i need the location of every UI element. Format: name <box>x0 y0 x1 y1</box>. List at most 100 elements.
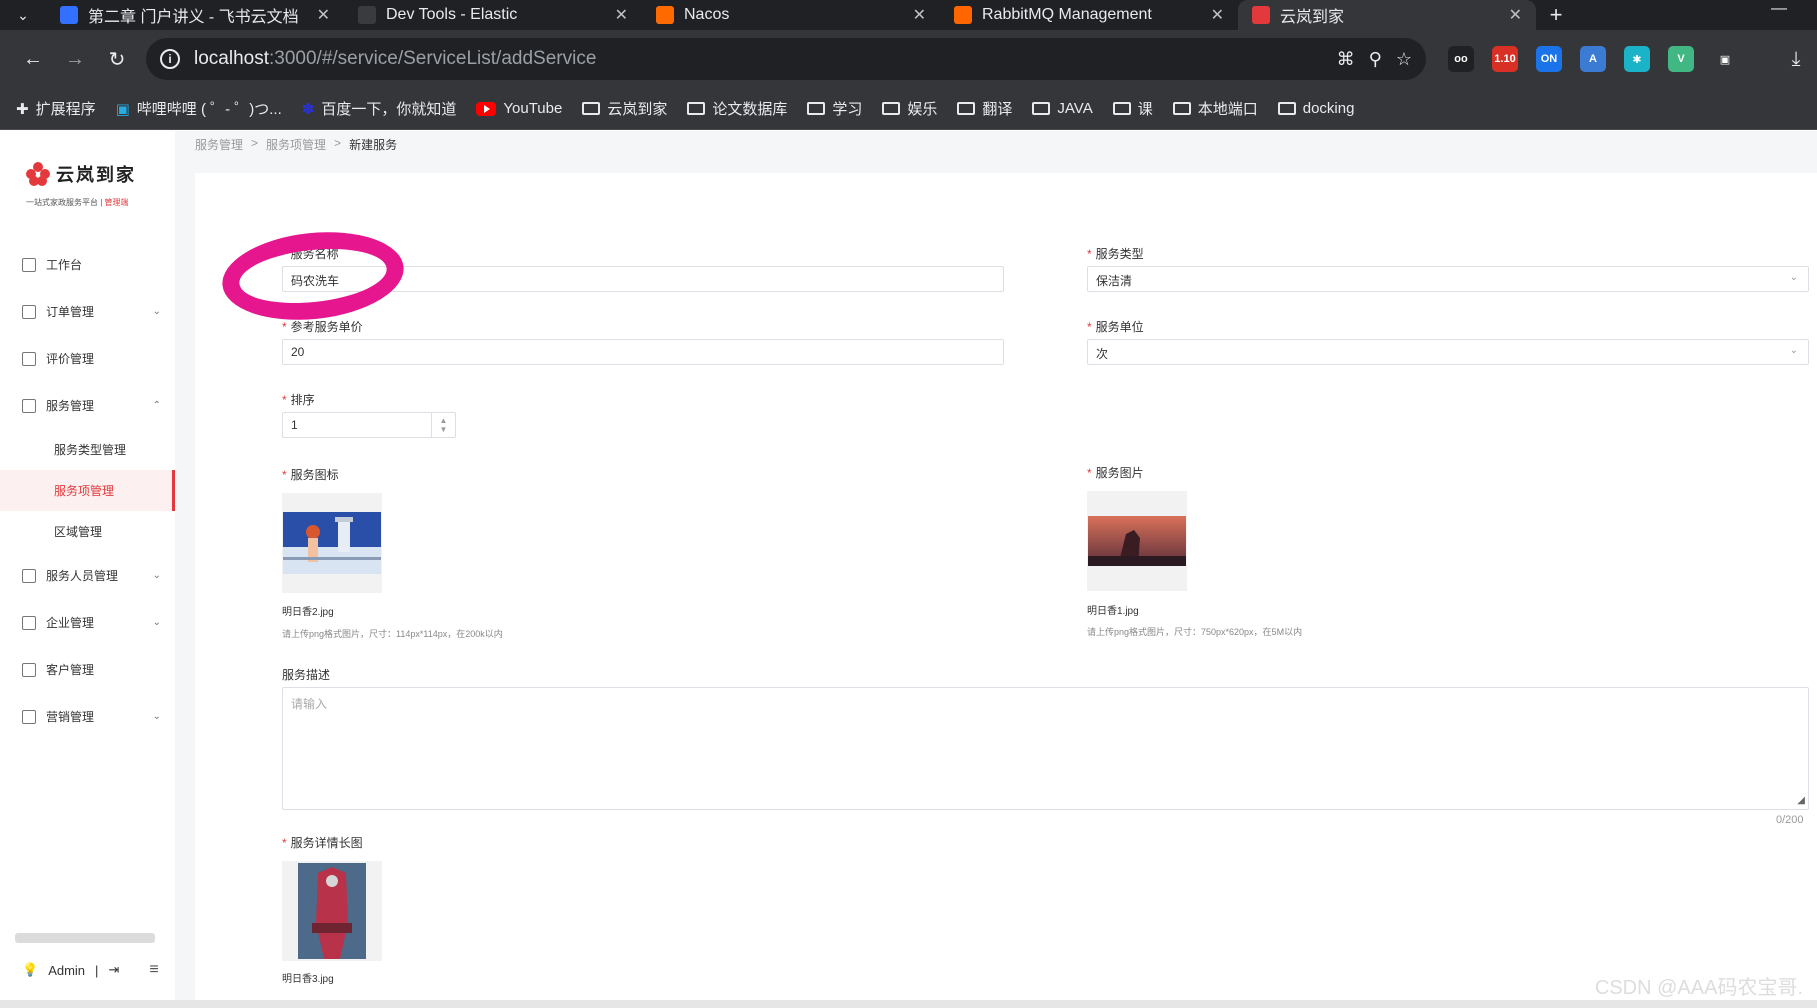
sidebar-item[interactable]: 评价管理 <box>0 335 175 382</box>
tab-title: Dev Tools - Elastic <box>386 6 518 23</box>
sidebar-item[interactable]: 服务项管理 <box>0 470 175 511</box>
forward-arrow-icon[interactable]: → <box>54 39 96 79</box>
detail-image-filename[interactable]: 明日香3.jpg <box>282 970 334 985</box>
folder-icon <box>687 102 706 115</box>
bookmark-label: 本地端口 <box>1197 101 1258 118</box>
sidebar-item-label: 服务项管理 <box>54 484 115 498</box>
bookmark-item[interactable]: 本地端口 <box>1172 98 1258 119</box>
bookmark-item[interactable]: 学习 <box>807 98 862 119</box>
sidebar-footer: 💡 Admin | ⇥ ≡ <box>22 961 159 979</box>
resize-handle-icon[interactable]: ◢ <box>1797 795 1805 806</box>
bookmark-item[interactable]: 课 <box>1112 98 1153 119</box>
sidebar-item[interactable]: 区域管理 <box>0 511 175 552</box>
badge-ext-icon[interactable]: 1.10 <box>1492 46 1518 72</box>
sidebar-item[interactable]: 订单管理 ⌄ <box>0 288 175 335</box>
browser-tab[interactable]: Dev Tools - Elastic ✕ <box>344 0 642 30</box>
vue-ext-icon[interactable]: V <box>1668 46 1694 72</box>
glasses-ext-icon[interactable]: oo <box>1448 46 1474 72</box>
description-textarea[interactable]: 请输入 ◢ <box>282 687 1809 810</box>
image-upload-thumbnail[interactable] <box>1087 491 1187 591</box>
sidebar-item-label: 工作台 <box>46 258 83 272</box>
site-info-icon[interactable]: i <box>160 49 180 69</box>
browser-tab[interactable]: 第二章 门户讲义 - 飞书云文档 ✕ <box>46 0 344 30</box>
bookmark-item[interactable]: JAVA <box>1032 100 1093 117</box>
sort-stepper[interactable]: 1 ▲ ▼ <box>282 412 456 438</box>
address-bar[interactable]: i localhost:3000/#/service/ServiceList/a… <box>146 38 1426 80</box>
sidebar-item-label: 服务类型管理 <box>54 443 127 457</box>
tab-close-icon[interactable]: ✕ <box>1211 5 1224 25</box>
translate-ext-icon[interactable]: A <box>1580 46 1606 72</box>
sidebar-menu: 工作台订单管理 ⌄ 评价管理 服务管理 ⌃ 服务类型管理 服务项管理区域管理 服务人员管理 ⌄ 企… <box>0 241 175 740</box>
stepper-down-icon[interactable]: ▼ <box>440 425 448 434</box>
back-arrow-icon[interactable]: ← <box>12 39 54 79</box>
bookmark-item[interactable]: ✚ 扩展程序 <box>16 98 96 119</box>
url-text[interactable]: localhost:3000/#/service/ServiceList/add… <box>194 48 596 70</box>
icon-label: * 服务图标 <box>282 468 339 482</box>
bookmark-label: 翻译 <box>982 101 1013 118</box>
image-filename[interactable]: 明日香1.jpg <box>1087 602 1139 617</box>
zoom-icon[interactable]: ⚲ <box>1369 49 1382 70</box>
bookmark-item[interactable]: 论文数据库 <box>687 98 787 119</box>
unit-select[interactable]: 次 ⌄ <box>1087 339 1809 365</box>
mecha-sunset-image <box>1088 516 1186 566</box>
description-counter: 0/200 <box>1776 814 1804 826</box>
bookmark-item[interactable]: ✽ 百度一下，你就知道 <box>302 98 457 119</box>
menu-item-icon <box>22 351 36 366</box>
bookmark-item[interactable]: 云岚到家 <box>582 98 667 119</box>
tab-close-icon[interactable]: ✕ <box>913 5 926 25</box>
detail-image-thumbnail[interactable] <box>282 861 382 961</box>
minimize-icon[interactable]: — <box>1771 0 1787 18</box>
breadcrumb-item[interactable]: 服务项管理 <box>266 136 326 153</box>
page-horizontal-scrollbar[interactable] <box>0 1000 1817 1008</box>
sidebar-item[interactable]: 营销管理 ⌄ <box>0 693 175 740</box>
sidebar-item[interactable]: 工作台 <box>0 241 175 288</box>
menu-item-icon <box>22 257 36 272</box>
browser-tab[interactable]: 云岚到家 ✕ <box>1238 0 1536 30</box>
tab-search-icon[interactable]: ⌄ <box>0 0 46 30</box>
browser-tab[interactable]: RabbitMQ Management ✕ <box>940 0 1238 30</box>
stepper-arrows[interactable]: ▲ ▼ <box>431 413 455 437</box>
price-input[interactable]: 20 <box>282 339 1004 365</box>
chevron-icon: ⌃ <box>152 400 161 411</box>
sidebar-item[interactable]: 服务人员管理 ⌄ <box>0 552 175 599</box>
service-name-input[interactable]: 码农洗车 <box>282 266 1004 292</box>
tab-close-icon[interactable]: ✕ <box>615 5 628 25</box>
stepper-up-icon[interactable]: ▲ <box>440 416 448 425</box>
reload-icon[interactable]: ↻ <box>96 39 138 79</box>
detail-image-label: * 服务详情长图 <box>282 836 363 850</box>
icon-upload-thumbnail[interactable] <box>282 493 382 593</box>
icon-filename[interactable]: 明日香2.jpg <box>282 603 334 618</box>
browser-tab[interactable]: Nacos ✕ <box>642 0 940 30</box>
bluetooth-ext-icon[interactable]: ✱ <box>1624 46 1650 72</box>
sidebar-item[interactable]: 服务管理 ⌃ <box>0 382 175 429</box>
bilibili-icon: ▣ <box>115 100 130 118</box>
menu-item-icon <box>22 662 36 677</box>
sidebar-item-label: 订单管理 <box>46 305 95 319</box>
sidebar-item[interactable]: 客户管理 <box>0 646 175 693</box>
new-tab-button[interactable]: + <box>1536 0 1576 30</box>
price-label: * 参考服务单价 <box>282 320 363 334</box>
on-ext-icon[interactable]: ON <box>1536 46 1562 72</box>
user-name[interactable]: Admin <box>48 963 85 978</box>
bookmark-item[interactable]: docking <box>1277 100 1354 117</box>
logo-flower-icon <box>26 162 50 186</box>
bookmark-item[interactable]: 翻译 <box>957 98 1012 119</box>
bookmark-star-icon[interactable]: ☆ <box>1396 49 1412 70</box>
sidebar-item[interactable]: 企业管理 ⌄ <box>0 599 175 646</box>
download-icon[interactable]: ⤓ <box>1775 39 1817 79</box>
logout-icon[interactable]: ⇥ <box>108 962 119 978</box>
sidebar-scrollbar[interactable] <box>15 933 155 943</box>
tab-close-icon[interactable]: ✕ <box>317 5 330 25</box>
service-type-select[interactable]: 保洁清 ⌄ <box>1087 266 1809 292</box>
puzzle-ext-icon[interactable]: ▣ <box>1712 46 1738 72</box>
sidebar-item[interactable]: 服务类型管理 <box>0 429 175 470</box>
bookmark-item[interactable]: YouTube <box>476 100 562 117</box>
menu-toggle-icon[interactable]: ≡ <box>149 961 158 979</box>
translate-icon[interactable]: ⌘ <box>1337 49 1355 70</box>
breadcrumb-item[interactable]: 服务管理 <box>195 136 243 153</box>
menu-item-icon <box>22 304 36 319</box>
bookmark-item[interactable]: 娱乐 <box>882 98 937 119</box>
puzzle-icon: ✚ <box>16 100 29 118</box>
bookmark-item[interactable]: ▣ 哔哩哔哩 ( ゜- ゜)つ... <box>116 98 282 119</box>
tab-close-icon[interactable]: ✕ <box>1509 5 1522 25</box>
